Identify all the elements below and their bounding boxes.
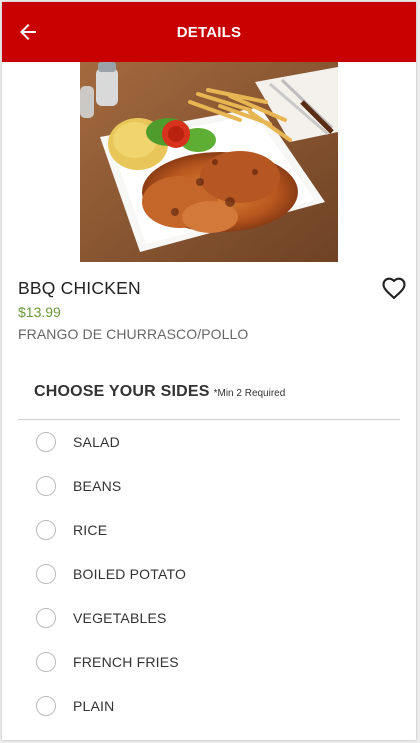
side-option-vegetables[interactable]: VEGETABLES (2, 596, 416, 640)
radio-button[interactable] (36, 696, 56, 716)
sides-options-list: SALAD BEANS RICE BOILED POTATO VEGETABLE… (2, 420, 416, 728)
side-option-salad[interactable]: SALAD (2, 420, 416, 464)
heart-outline-icon[interactable] (380, 274, 408, 302)
page-title: DETAILS (176, 23, 242, 41)
sides-title: CHOOSE YOUR SIDES (34, 383, 210, 400)
side-option-label: RICE (73, 522, 108, 538)
side-option-label: FRENCH FRIES (73, 654, 179, 670)
side-option-beans[interactable]: BEANS (2, 464, 416, 508)
food-photo (80, 62, 338, 262)
side-option-boiled-potato[interactable]: BOILED POTATO (2, 552, 416, 596)
item-price: $13.99 (18, 304, 61, 320)
side-option-label: SALAD (73, 434, 120, 450)
side-option-label: PLAIN (73, 698, 115, 714)
radio-button[interactable] (36, 608, 56, 628)
sides-header: CHOOSE YOUR SIDES *Min 2 Required (34, 383, 285, 401)
side-option-label: BEANS (73, 478, 122, 494)
radio-button[interactable] (36, 476, 56, 496)
side-option-rice[interactable]: RICE (2, 508, 416, 552)
radio-button[interactable] (36, 520, 56, 540)
radio-button[interactable] (36, 564, 56, 584)
details-card: DETAILS BBQ CHICKEN $13.99 FRANGO DE CHU… (2, 2, 416, 740)
side-option-label: BOILED POTATO (73, 566, 187, 582)
sides-requirement: *Min 2 Required (213, 388, 286, 399)
item-description: FRANGO DE CHURRASCO/POLLO (18, 326, 249, 342)
back-arrow-icon[interactable] (16, 20, 40, 44)
side-option-label: VEGETABLES (73, 610, 167, 626)
side-option-plain[interactable]: PLAIN (2, 684, 416, 728)
side-option-french-fries[interactable]: FRENCH FRIES (2, 640, 416, 684)
radio-button[interactable] (36, 432, 56, 452)
item-name: BBQ CHICKEN (18, 278, 141, 298)
header-bar: DETAILS (2, 2, 416, 62)
radio-button[interactable] (36, 652, 56, 672)
app-frame: DETAILS BBQ CHICKEN $13.99 FRANGO DE CHU… (0, 0, 420, 743)
